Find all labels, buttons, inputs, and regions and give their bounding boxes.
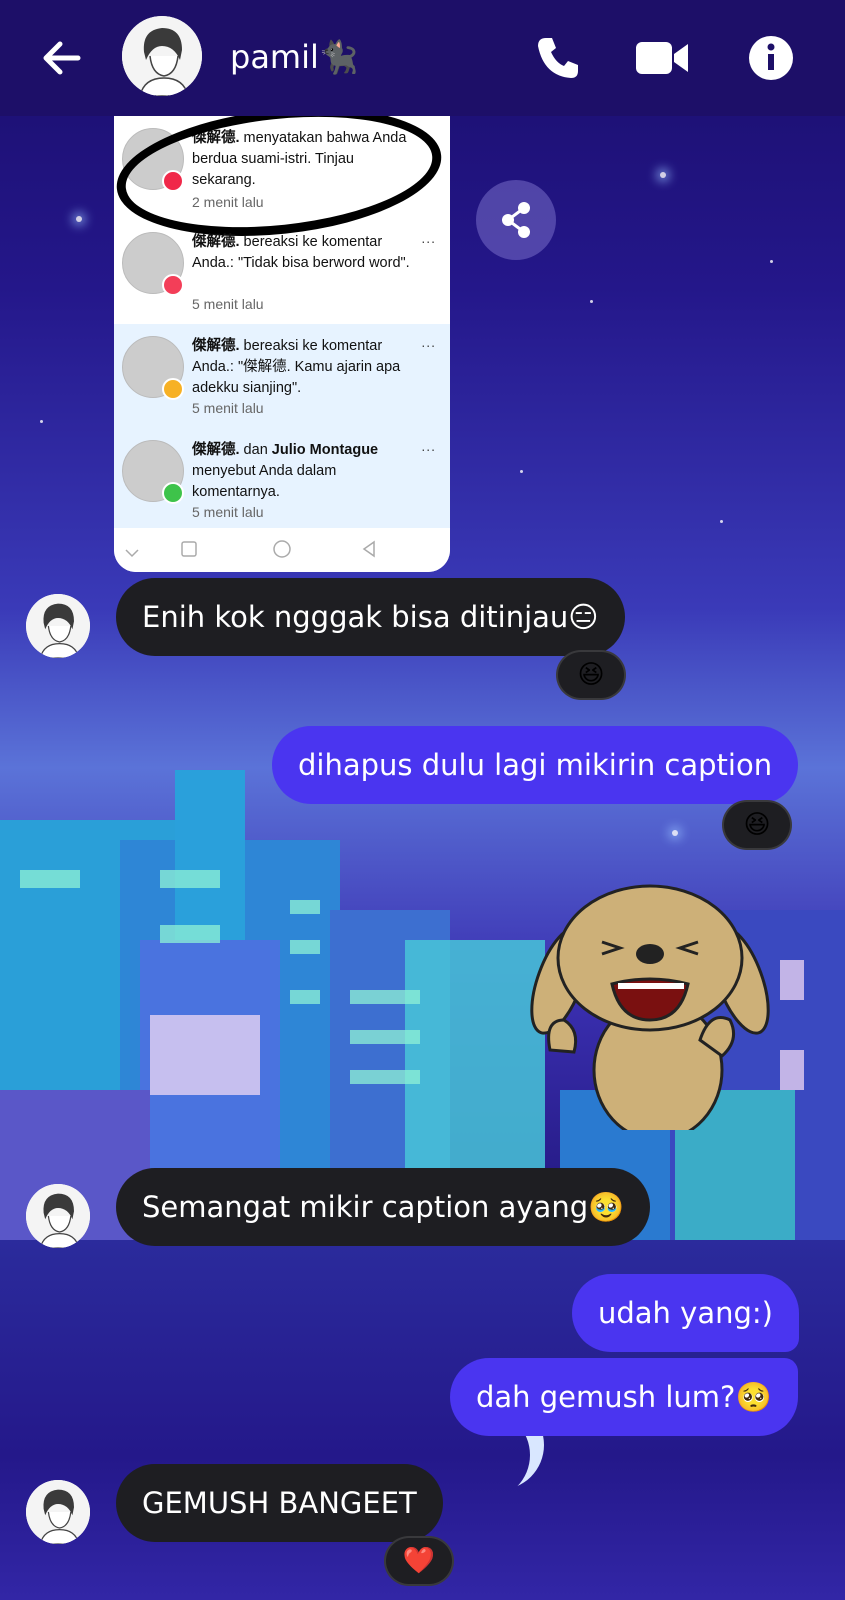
sender-avatar[interactable] [26, 1480, 90, 1544]
message-bubble-incoming[interactable]: Enih kok ngggak bisa ditinjau😑 [116, 578, 625, 656]
chat-header: pamil🐈‍⬛ [0, 0, 845, 116]
message-bubble-incoming[interactable]: Semangat mikir caption ayang🥹 [116, 1168, 651, 1246]
message-bubble-outgoing[interactable]: dihapus dulu lagi mikirin caption [272, 726, 799, 804]
notification-name: 傑解德. [192, 442, 240, 458]
more-options-icon: ... [421, 230, 436, 246]
info-icon[interactable] [745, 32, 797, 84]
more-options-icon: ... [421, 334, 436, 350]
video-camera-icon[interactable] [636, 32, 688, 84]
notification-name: 傑解德. [192, 234, 240, 250]
message-bubble-outgoing[interactable]: udah yang:) [572, 1274, 799, 1352]
reaction-badge[interactable]: ❤️ [384, 1536, 454, 1586]
reaction-badge[interactable]: 😆 [722, 800, 792, 850]
notification-name: 傑解德. [192, 338, 240, 354]
laugh-reaction-badge-icon [162, 378, 184, 400]
more-options-icon: ... [421, 438, 436, 454]
android-nav-bar [114, 528, 450, 572]
arrow-left-icon[interactable] [38, 34, 86, 82]
notification-item: 傑解德. bereaksi ke komentar Anda.: "傑解德. K… [114, 324, 450, 428]
comment-badge-icon [162, 482, 184, 504]
notification-name-2: Julio Montague [271, 442, 379, 458]
reaction-badge[interactable]: 😆 [556, 650, 626, 700]
notification-item: 傑解德. dan Julio Montague menyebut Anda da… [114, 428, 450, 528]
message-bubble-outgoing[interactable]: dah gemush lum?🥺 [450, 1358, 798, 1436]
notification-time: 5 menit lalu [192, 400, 264, 416]
heart-reaction-badge-icon [162, 274, 184, 296]
sender-avatar[interactable] [26, 594, 90, 658]
phone-icon[interactable] [532, 32, 584, 84]
message-bubble-incoming[interactable]: GEMUSH BANGEET [116, 1464, 443, 1542]
contact-avatar[interactable] [122, 16, 202, 96]
share-button[interactable] [476, 180, 556, 260]
contact-name[interactable]: pamil🐈‍⬛ [230, 38, 359, 76]
notification-item: 傑解德. bereaksi ke komentar Anda.: "Tidak … [114, 220, 450, 324]
sender-avatar[interactable] [26, 1184, 90, 1248]
shared-screenshot-image[interactable]: 傑解德. menyatakan bahwa Anda berdua suami-… [114, 116, 450, 572]
notification-time: 5 menit lalu [192, 504, 264, 520]
crying-dog-sticker[interactable] [530, 880, 780, 1142]
share-icon [502, 202, 530, 238]
notification-time: 5 menit lalu [192, 296, 264, 312]
